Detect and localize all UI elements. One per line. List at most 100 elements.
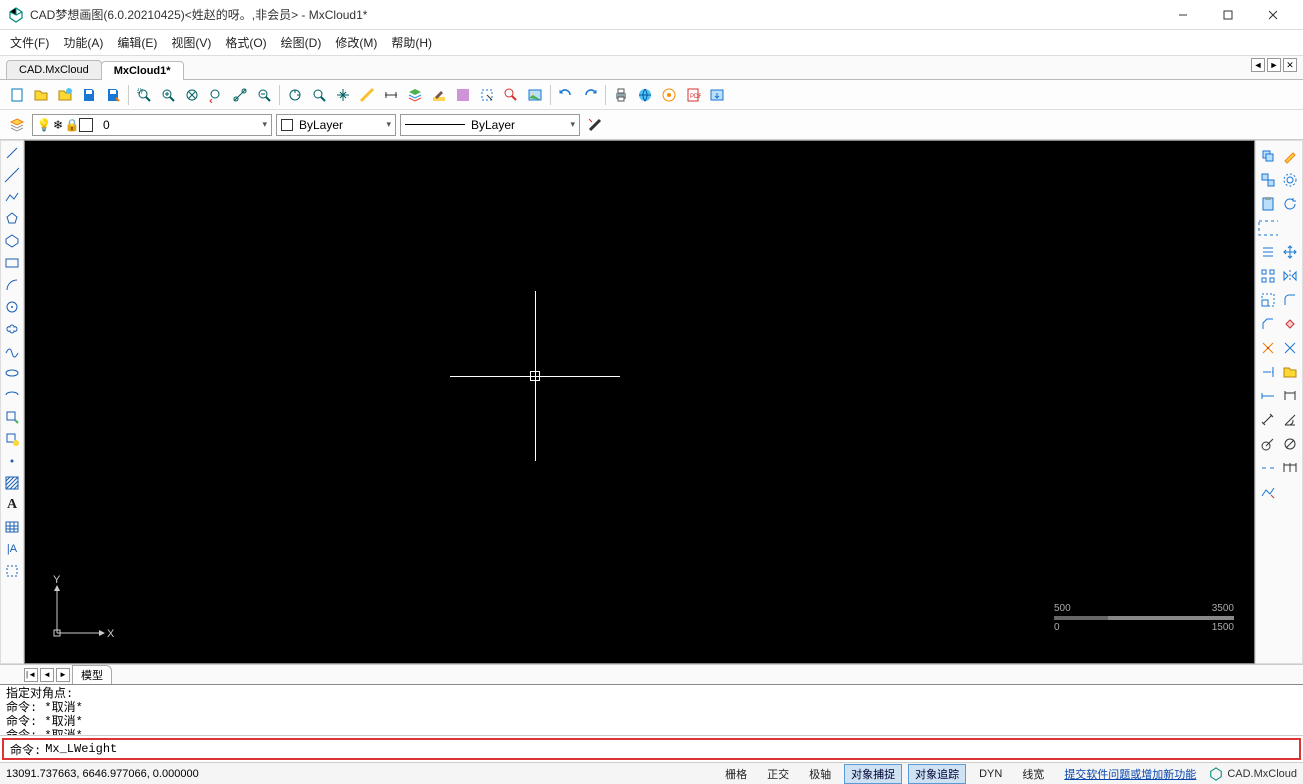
color-icon[interactable] xyxy=(428,84,450,106)
circle-icon[interactable] xyxy=(2,297,22,317)
dim-diameter-icon[interactable] xyxy=(1280,434,1300,454)
zoom-in-icon[interactable] xyxy=(157,84,179,106)
extend-icon[interactable] xyxy=(1258,362,1278,382)
hatch-icon[interactable] xyxy=(2,473,22,493)
dist-icon[interactable] xyxy=(380,84,402,106)
find-icon[interactable] xyxy=(500,84,522,106)
copy-multi-icon[interactable] xyxy=(1258,170,1278,190)
polyline-icon[interactable] xyxy=(2,187,22,207)
move-icon[interactable] xyxy=(1280,242,1300,262)
make-block-icon[interactable] xyxy=(2,429,22,449)
lengthen-icon[interactable] xyxy=(1258,386,1278,406)
rectangle-icon[interactable] xyxy=(2,253,22,273)
revcloud-icon[interactable] xyxy=(2,319,22,339)
osnap-toggle[interactable]: 对象捕捉 xyxy=(844,764,902,784)
polygon-icon[interactable] xyxy=(2,209,22,229)
command-input[interactable] xyxy=(45,742,1293,756)
close-button[interactable] xyxy=(1250,0,1295,30)
move-border-icon[interactable] xyxy=(1258,218,1278,238)
layer-manager-icon[interactable] xyxy=(6,114,28,136)
layers-icon[interactable] xyxy=(404,84,426,106)
scale-icon[interactable] xyxy=(1258,290,1278,310)
doctab-1[interactable]: CAD.MxCloud xyxy=(6,60,102,79)
drawing-canvas[interactable]: Y X 5003500 01500 xyxy=(24,140,1255,664)
dyn-toggle[interactable]: DYN xyxy=(972,766,1009,782)
xline-icon[interactable] xyxy=(2,165,22,185)
tab-prev-button[interactable]: ◄ xyxy=(1251,58,1265,72)
trim-icon[interactable] xyxy=(1280,338,1300,358)
menu-modify[interactable]: 修改(M) xyxy=(335,34,377,51)
array-icon[interactable] xyxy=(1258,266,1278,286)
offset-icon[interactable] xyxy=(1258,242,1278,262)
export-icon[interactable] xyxy=(706,84,728,106)
menu-view[interactable]: 视图(V) xyxy=(171,34,211,51)
doctab-2[interactable]: MxCloud1* xyxy=(101,61,184,80)
erase-icon[interactable] xyxy=(1280,314,1300,334)
rotate-icon[interactable] xyxy=(1280,194,1300,214)
break-icon[interactable] xyxy=(1258,458,1278,478)
dim-aligned-icon[interactable] xyxy=(1258,410,1278,430)
linetype-combo[interactable]: ByLayer ▾ xyxy=(400,114,580,136)
linetype-icon[interactable] xyxy=(452,84,474,106)
web-icon[interactable] xyxy=(634,84,656,106)
zoom-extents-icon[interactable] xyxy=(181,84,203,106)
saveas-icon[interactable] xyxy=(102,84,124,106)
pedit-icon[interactable] xyxy=(1258,482,1278,502)
sprocket-icon[interactable] xyxy=(1280,170,1300,190)
table-icon[interactable] xyxy=(2,517,22,537)
explode-icon[interactable] xyxy=(1258,338,1278,358)
command-line[interactable]: 命令: xyxy=(2,738,1301,760)
feedback-link[interactable]: 提交软件问题或增加新功能 xyxy=(1057,764,1203,784)
menu-file[interactable]: 文件(F) xyxy=(10,34,49,51)
layout-prev-button[interactable]: ◄ xyxy=(40,668,54,682)
dim-continue-icon[interactable] xyxy=(1280,458,1300,478)
zoom-out-icon[interactable] xyxy=(253,84,275,106)
otrack-toggle[interactable]: 对象追踪 xyxy=(908,764,966,784)
point-icon[interactable] xyxy=(2,451,22,471)
tab-close-button[interactable]: ✕ xyxy=(1283,58,1297,72)
menu-help[interactable]: 帮助(H) xyxy=(391,34,432,51)
insert-block-icon[interactable] xyxy=(2,407,22,427)
copy-icon[interactable] xyxy=(1258,146,1278,166)
ellipse-arc-icon[interactable] xyxy=(2,385,22,405)
menu-draw[interactable]: 绘图(D) xyxy=(281,34,322,51)
layout-first-button[interactable]: |◄ xyxy=(24,668,38,682)
spline-icon[interactable] xyxy=(2,341,22,361)
grid-toggle[interactable]: 栅格 xyxy=(718,764,754,784)
text-a-icon[interactable]: A xyxy=(2,495,22,515)
fillet-icon[interactable] xyxy=(1280,290,1300,310)
model-tab[interactable]: 模型 xyxy=(72,665,112,684)
ellipse-icon[interactable] xyxy=(2,363,22,383)
dim-angular-icon[interactable] xyxy=(1280,410,1300,430)
mirror-icon[interactable] xyxy=(1280,266,1300,286)
new-icon[interactable] xyxy=(6,84,28,106)
lineweight-brush-icon[interactable] xyxy=(584,114,606,136)
lineweight-toggle[interactable]: 线宽 xyxy=(1015,764,1051,784)
menu-format[interactable]: 格式(O) xyxy=(225,34,266,51)
dim-radius-icon[interactable] xyxy=(1258,434,1278,454)
color-combo[interactable]: ByLayer ▾ xyxy=(276,114,396,136)
image-icon[interactable] xyxy=(524,84,546,106)
print-icon[interactable] xyxy=(610,84,632,106)
minimize-button[interactable] xyxy=(1160,0,1205,30)
polar-toggle[interactable]: 极轴 xyxy=(802,764,838,784)
folder-icon[interactable] xyxy=(1280,362,1300,382)
menu-edit[interactable]: 编辑(E) xyxy=(117,34,157,51)
tab-next-button[interactable]: ► xyxy=(1267,58,1281,72)
settings-icon[interactable] xyxy=(658,84,680,106)
line-icon[interactable] xyxy=(2,143,22,163)
menu-function[interactable]: 功能(A) xyxy=(63,34,103,51)
layer-combo[interactable]: 💡 ❄ 🔒 0 ▾ xyxy=(32,114,272,136)
select-icon[interactable] xyxy=(476,84,498,106)
ortho-toggle[interactable]: 正交 xyxy=(760,764,796,784)
measure-icon[interactable] xyxy=(356,84,378,106)
region-icon[interactable] xyxy=(2,561,22,581)
arc-icon[interactable] xyxy=(2,275,22,295)
zoom-window-icon[interactable] xyxy=(133,84,155,106)
maximize-button[interactable] xyxy=(1205,0,1250,30)
open-net-icon[interactable] xyxy=(54,84,76,106)
pdf-icon[interactable]: PDF xyxy=(682,84,704,106)
undo-icon[interactable] xyxy=(555,84,577,106)
layout-next-button[interactable]: ► xyxy=(56,668,70,682)
paste-icon[interactable] xyxy=(1258,194,1278,214)
